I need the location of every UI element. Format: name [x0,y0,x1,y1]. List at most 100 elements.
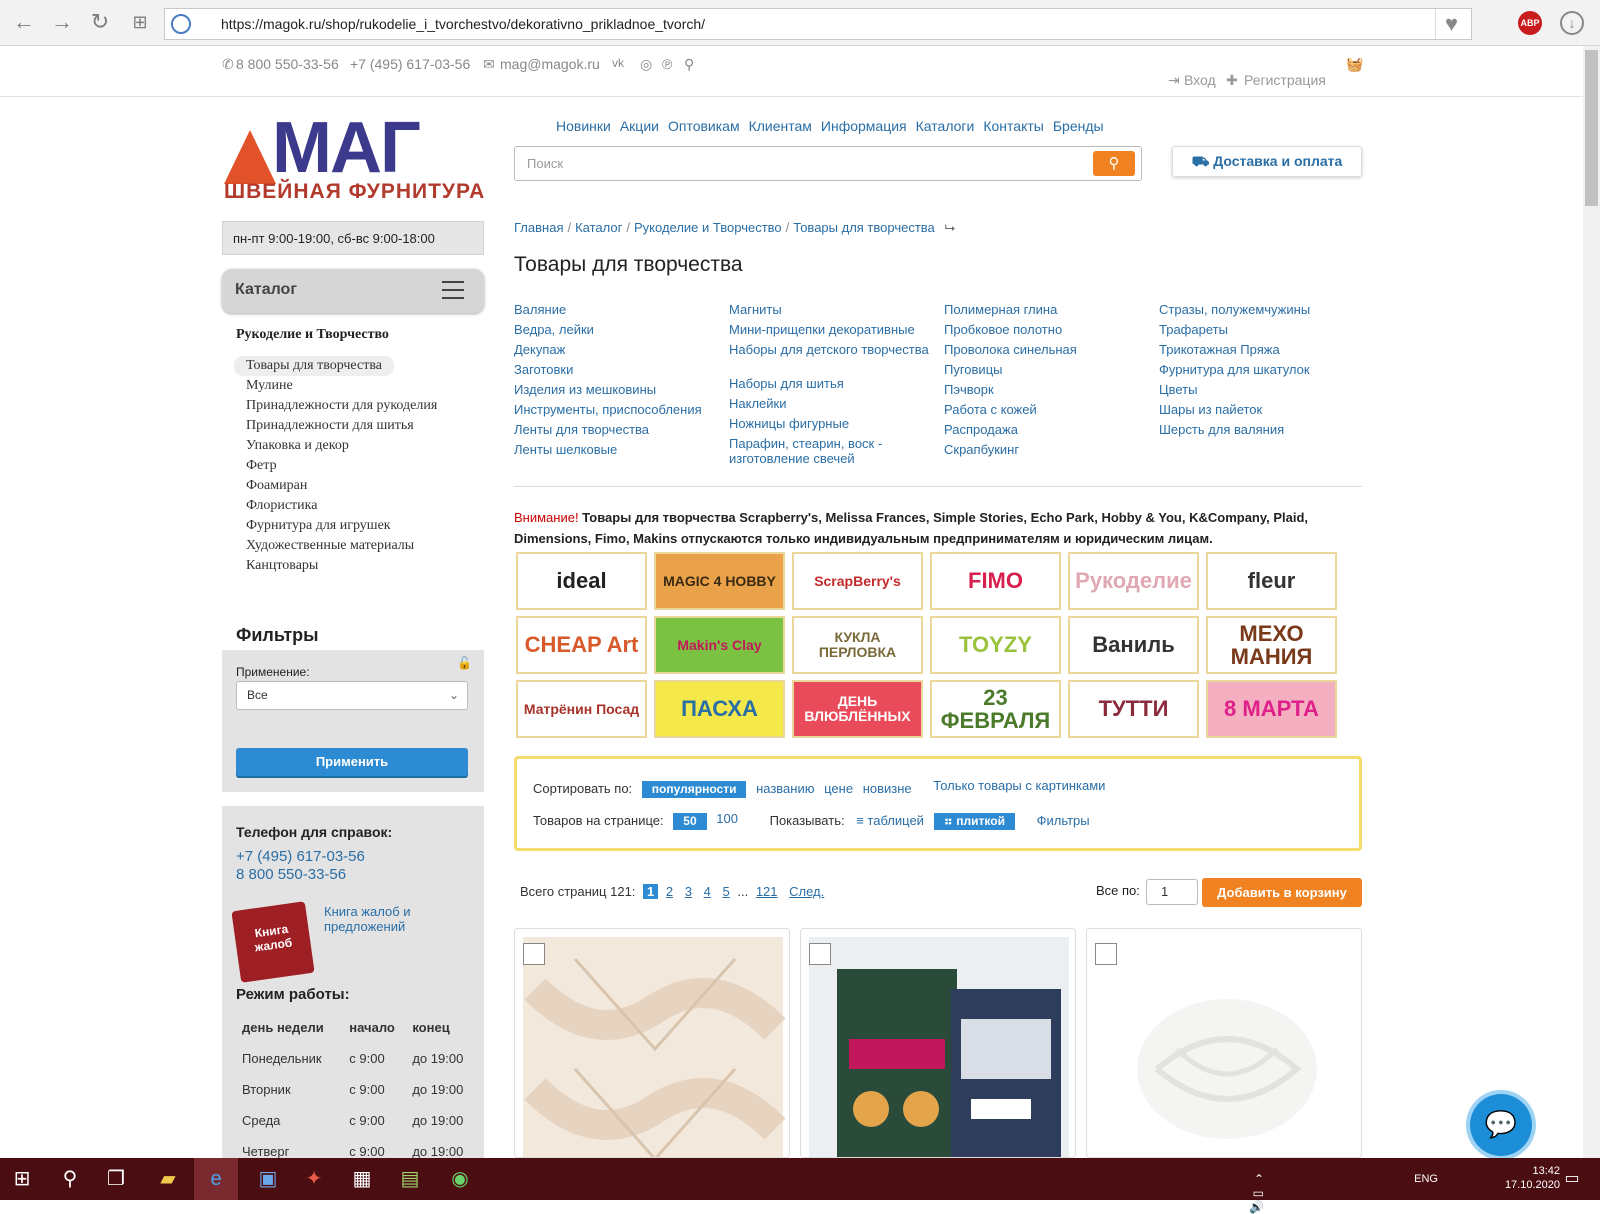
brand-logo[interactable]: КУКЛА ПЕРЛОВКА [792,616,923,674]
per-page-100[interactable]: 100 [716,811,738,826]
subcategory-link[interactable]: Пуговицы [944,360,1154,380]
scrollbar-thumb[interactable] [1585,50,1598,206]
sidebar-item[interactable]: Принадлежности для шитья [246,416,437,436]
subcategory-link[interactable]: Инструменты, приспособления [514,400,724,420]
language-indicator[interactable]: ENG [1414,1172,1438,1186]
sidebar-item[interactable]: Фетр [246,456,437,476]
forward-icon[interactable]: → [50,11,74,35]
delivery-button[interactable]: ⛟ Доставка и оплата [1172,146,1362,177]
sort-price[interactable]: цене [824,781,853,796]
subcategory-link[interactable]: Трафареты [1159,320,1369,340]
complaint-book-link[interactable]: Книга жалоб и предложений [324,904,434,934]
page-link[interactable]: 3 [685,884,692,899]
breadcrumb-item[interactable]: Каталог [575,220,622,235]
sort-name[interactable]: названию [756,781,814,796]
subcategory-link[interactable]: Наборы для детского творчества [729,340,939,374]
subcategory-link[interactable]: Изделия из мешковины [514,380,724,400]
vk-icon[interactable]: vk [612,56,624,70]
top-email[interactable]: mag@magok.ru [500,56,600,72]
product-image[interactable] [801,929,1076,1158]
subcategory-link[interactable]: Скрапбукинг [944,440,1154,460]
subcategory-link[interactable]: Ленты для творчества [514,420,724,440]
subcategory-link[interactable]: Стразы, полужемчужины [1159,300,1369,320]
contact-phone-2[interactable]: 8 800 550-33-56 [236,866,346,883]
menu-item[interactable]: Контакты [983,118,1043,134]
filters-link[interactable]: Фильтры [1037,813,1090,828]
address-bar[interactable]: https://magok.ru/shop/rukodelie_i_tvorch… [164,8,1472,40]
sidebar-item[interactable]: Художественные материалы [246,536,437,556]
brand-logo[interactable]: 8 МАРТА [1206,680,1337,738]
sidebar-item[interactable]: Фоамиран [246,476,437,496]
page-link[interactable]: 5 [722,884,729,899]
pinterest-icon[interactable]: ℗ [662,56,672,72]
subcategory-link[interactable]: Мини-прищепки декоративные [729,320,939,340]
view-tile[interactable]: ⠶ плиткой [933,813,1015,830]
product-checkbox[interactable] [809,943,831,965]
chat-button[interactable]: 💬 [1470,1094,1532,1156]
subcategory-link[interactable]: Проволока синельная [944,340,1154,360]
subcategory-link[interactable]: Шары из пайеток [1159,400,1369,420]
subcategory-link[interactable]: Полимерная глина [944,300,1154,320]
app2-icon[interactable]: ◉ [448,1167,472,1191]
brand-logo[interactable]: CHEAP Art [516,616,647,674]
page-current[interactable]: 1 [643,884,659,899]
app-icon[interactable]: ✦ [302,1167,326,1191]
subcategory-link[interactable]: Магниты [729,300,939,320]
brand-logo[interactable]: MAGIC 4 HOBBY [654,552,785,610]
product-card[interactable] [1086,928,1362,1158]
product-card[interactable] [514,928,790,1158]
page-link[interactable]: 4 [704,884,711,899]
top-phone-2[interactable]: +7 (495) 617-03-56 [350,56,470,72]
product-image[interactable] [515,929,790,1158]
back-icon[interactable]: ← [12,11,36,35]
menu-item[interactable]: Каталоги [916,118,975,134]
complaint-book-image[interactable]: Книга жалоб [231,901,315,983]
subcategory-link[interactable]: Ножницы фигурные [729,414,939,434]
brand-logo[interactable]: Матрёнин Посад [516,680,647,738]
bulk-qty-input[interactable]: 1 [1146,879,1198,905]
subcategory-link[interactable]: Шерсть для валяния [1159,420,1369,440]
view-table[interactable]: ≡ таблицей [856,813,924,828]
sidebar-item[interactable]: Фурнитура для игрушек [246,516,437,536]
sidebar-section-title[interactable]: Рукоделие и Творчество [236,327,389,343]
subcategory-link[interactable]: Заготовки [514,360,724,380]
subcategory-link[interactable]: Трикотажная Пряжа [1159,340,1369,360]
search-button[interactable]: ⚲ [1093,151,1135,176]
sidebar-item[interactable]: Флористика [246,496,437,516]
sort-popularity[interactable]: популярности [641,781,747,798]
brand-logo[interactable]: FIMO [930,552,1061,610]
file-explorer-icon[interactable]: ▰ [156,1167,180,1191]
edge-icon[interactable]: e [194,1158,238,1200]
menu-item[interactable]: Бренды [1053,118,1104,134]
site-logo[interactable]: МАГ ШВЕЙНАЯ ФУРНИТУРА [224,112,484,204]
login-link[interactable]: Вход [1184,72,1216,88]
save-icon[interactable]: ▣ [256,1167,280,1191]
calculator-icon[interactable]: ▦ [350,1167,374,1191]
subcategory-link[interactable]: Фурнитура для шкатулок [1159,360,1369,380]
subcategory-link[interactable]: Ведра, лейки [514,320,724,340]
lock-icon[interactable]: 🔓 [457,656,472,670]
notepad-icon[interactable]: ▤ [398,1167,422,1191]
product-card[interactable] [800,928,1076,1158]
sort-newest[interactable]: новизне [863,781,912,796]
filter-select[interactable]: Все ⌄ [236,681,468,710]
subcategory-link[interactable]: Наборы для шитья [729,374,939,394]
menu-item[interactable]: Клиентам [749,118,812,134]
menu-item[interactable]: Новинки [556,118,611,134]
adblock-icon[interactable]: ABP [1518,11,1542,35]
catalog-toggle[interactable]: Каталог [222,269,484,313]
page-link[interactable]: 2 [666,884,673,899]
menu-icon[interactable] [442,281,464,299]
subcategory-link[interactable]: Распродажа [944,420,1154,440]
clock[interactable]: 13:42 17.10.2020 [1480,1164,1560,1192]
per-page-50[interactable]: 50 [673,813,707,830]
search-icon[interactable]: ⚲ [58,1167,82,1191]
return-arrow-icon[interactable]: ⮡ [945,220,955,235]
subcategory-link[interactable]: Ленты шелковые [514,440,724,460]
subcategory-link[interactable]: Валяние [514,300,724,320]
brand-logo[interactable]: Ваниль [1068,616,1199,674]
sidebar-item[interactable]: Принадлежности для рукоделия [246,396,437,416]
map-pin-icon[interactable]: ⚲ [684,56,694,73]
add-to-cart-button[interactable]: Добавить в корзину [1202,878,1362,907]
windows-start-icon[interactable]: ⊞ [10,1167,34,1191]
